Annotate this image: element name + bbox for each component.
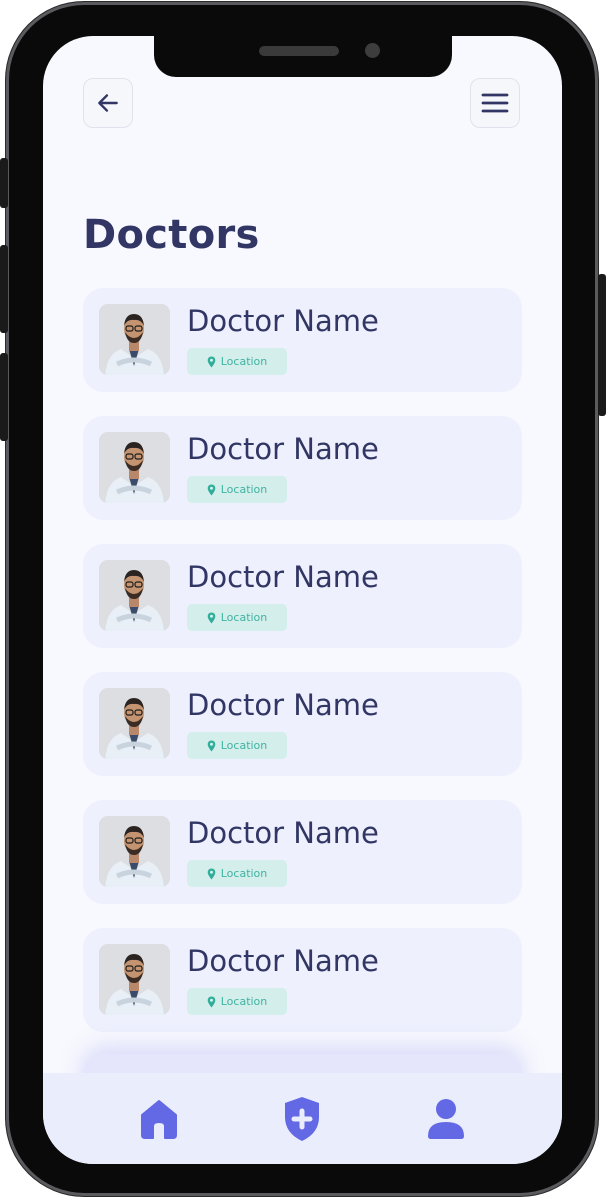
location-badge: Location xyxy=(187,988,287,1015)
doctor-name: Doctor Name xyxy=(187,304,379,338)
doctor-name: Doctor Name xyxy=(187,816,379,850)
shield-plus-icon xyxy=(285,1096,320,1141)
location-label: Location xyxy=(220,483,268,496)
doctor-avatar xyxy=(99,688,170,759)
location-pin-icon xyxy=(207,740,216,751)
page-title: Doctors xyxy=(83,212,260,258)
doctor-avatar xyxy=(99,944,170,1015)
mute-switch xyxy=(0,158,8,208)
menu-button[interactable] xyxy=(470,78,520,128)
location-label: Location xyxy=(220,995,268,1008)
location-label: Location xyxy=(220,867,268,880)
doctor-avatar xyxy=(99,432,170,503)
notch xyxy=(154,36,452,77)
doctor-photo xyxy=(99,944,170,1015)
doctor-name: Doctor Name xyxy=(187,432,379,466)
hamburger-menu-icon xyxy=(481,93,509,113)
location-label: Location xyxy=(220,739,268,752)
user-icon xyxy=(428,1098,465,1139)
doctor-avatar xyxy=(99,560,170,631)
doctor-card[interactable]: Doctor Name Location xyxy=(83,416,522,520)
home-icon xyxy=(140,1099,177,1139)
nav-profile[interactable] xyxy=(418,1091,474,1147)
doctor-card[interactable]: Doctor Name Location xyxy=(83,288,522,392)
bottom-nav xyxy=(43,1073,562,1164)
doctor-card[interactable]: Doctor Name Location xyxy=(83,928,522,1032)
doctor-photo xyxy=(99,688,170,759)
location-pin-icon xyxy=(207,868,216,879)
doctor-card[interactable]: Doctor Name Location xyxy=(83,544,522,648)
back-button[interactable] xyxy=(83,78,133,128)
location-pin-icon xyxy=(207,996,216,1007)
speaker-grille xyxy=(259,46,339,56)
location-badge: Location xyxy=(187,732,287,759)
app-screen: Doctors Doctor Name Location Doctor Name… xyxy=(43,36,562,1164)
location-pin-icon xyxy=(207,356,216,367)
doctor-photo xyxy=(99,432,170,503)
nav-home[interactable] xyxy=(131,1091,187,1147)
doctor-photo xyxy=(99,560,170,631)
doctor-card[interactable]: Doctor Name Location xyxy=(83,800,522,904)
doctor-avatar xyxy=(99,304,170,375)
volume-down-button xyxy=(0,353,8,441)
location-badge: Location xyxy=(187,476,287,503)
arrow-left-icon xyxy=(98,94,118,112)
front-camera xyxy=(365,43,380,58)
doctor-photo xyxy=(99,816,170,887)
nav-health[interactable] xyxy=(274,1091,330,1147)
location-pin-icon xyxy=(207,612,216,623)
doctor-photo xyxy=(99,304,170,375)
doctor-name: Doctor Name xyxy=(187,560,379,594)
location-badge: Location xyxy=(187,348,287,375)
location-label: Location xyxy=(220,355,268,368)
doctor-name: Doctor Name xyxy=(187,944,379,978)
location-label: Location xyxy=(220,611,268,624)
doctor-list: Doctor Name Location Doctor Name Locatio… xyxy=(83,288,522,1056)
doctor-avatar xyxy=(99,816,170,887)
doctor-card[interactable]: Doctor Name Location xyxy=(83,672,522,776)
volume-up-button xyxy=(0,245,8,333)
location-pin-icon xyxy=(207,484,216,495)
power-button xyxy=(598,274,606,416)
location-badge: Location xyxy=(187,604,287,631)
doctor-name: Doctor Name xyxy=(187,688,379,722)
location-badge: Location xyxy=(187,860,287,887)
